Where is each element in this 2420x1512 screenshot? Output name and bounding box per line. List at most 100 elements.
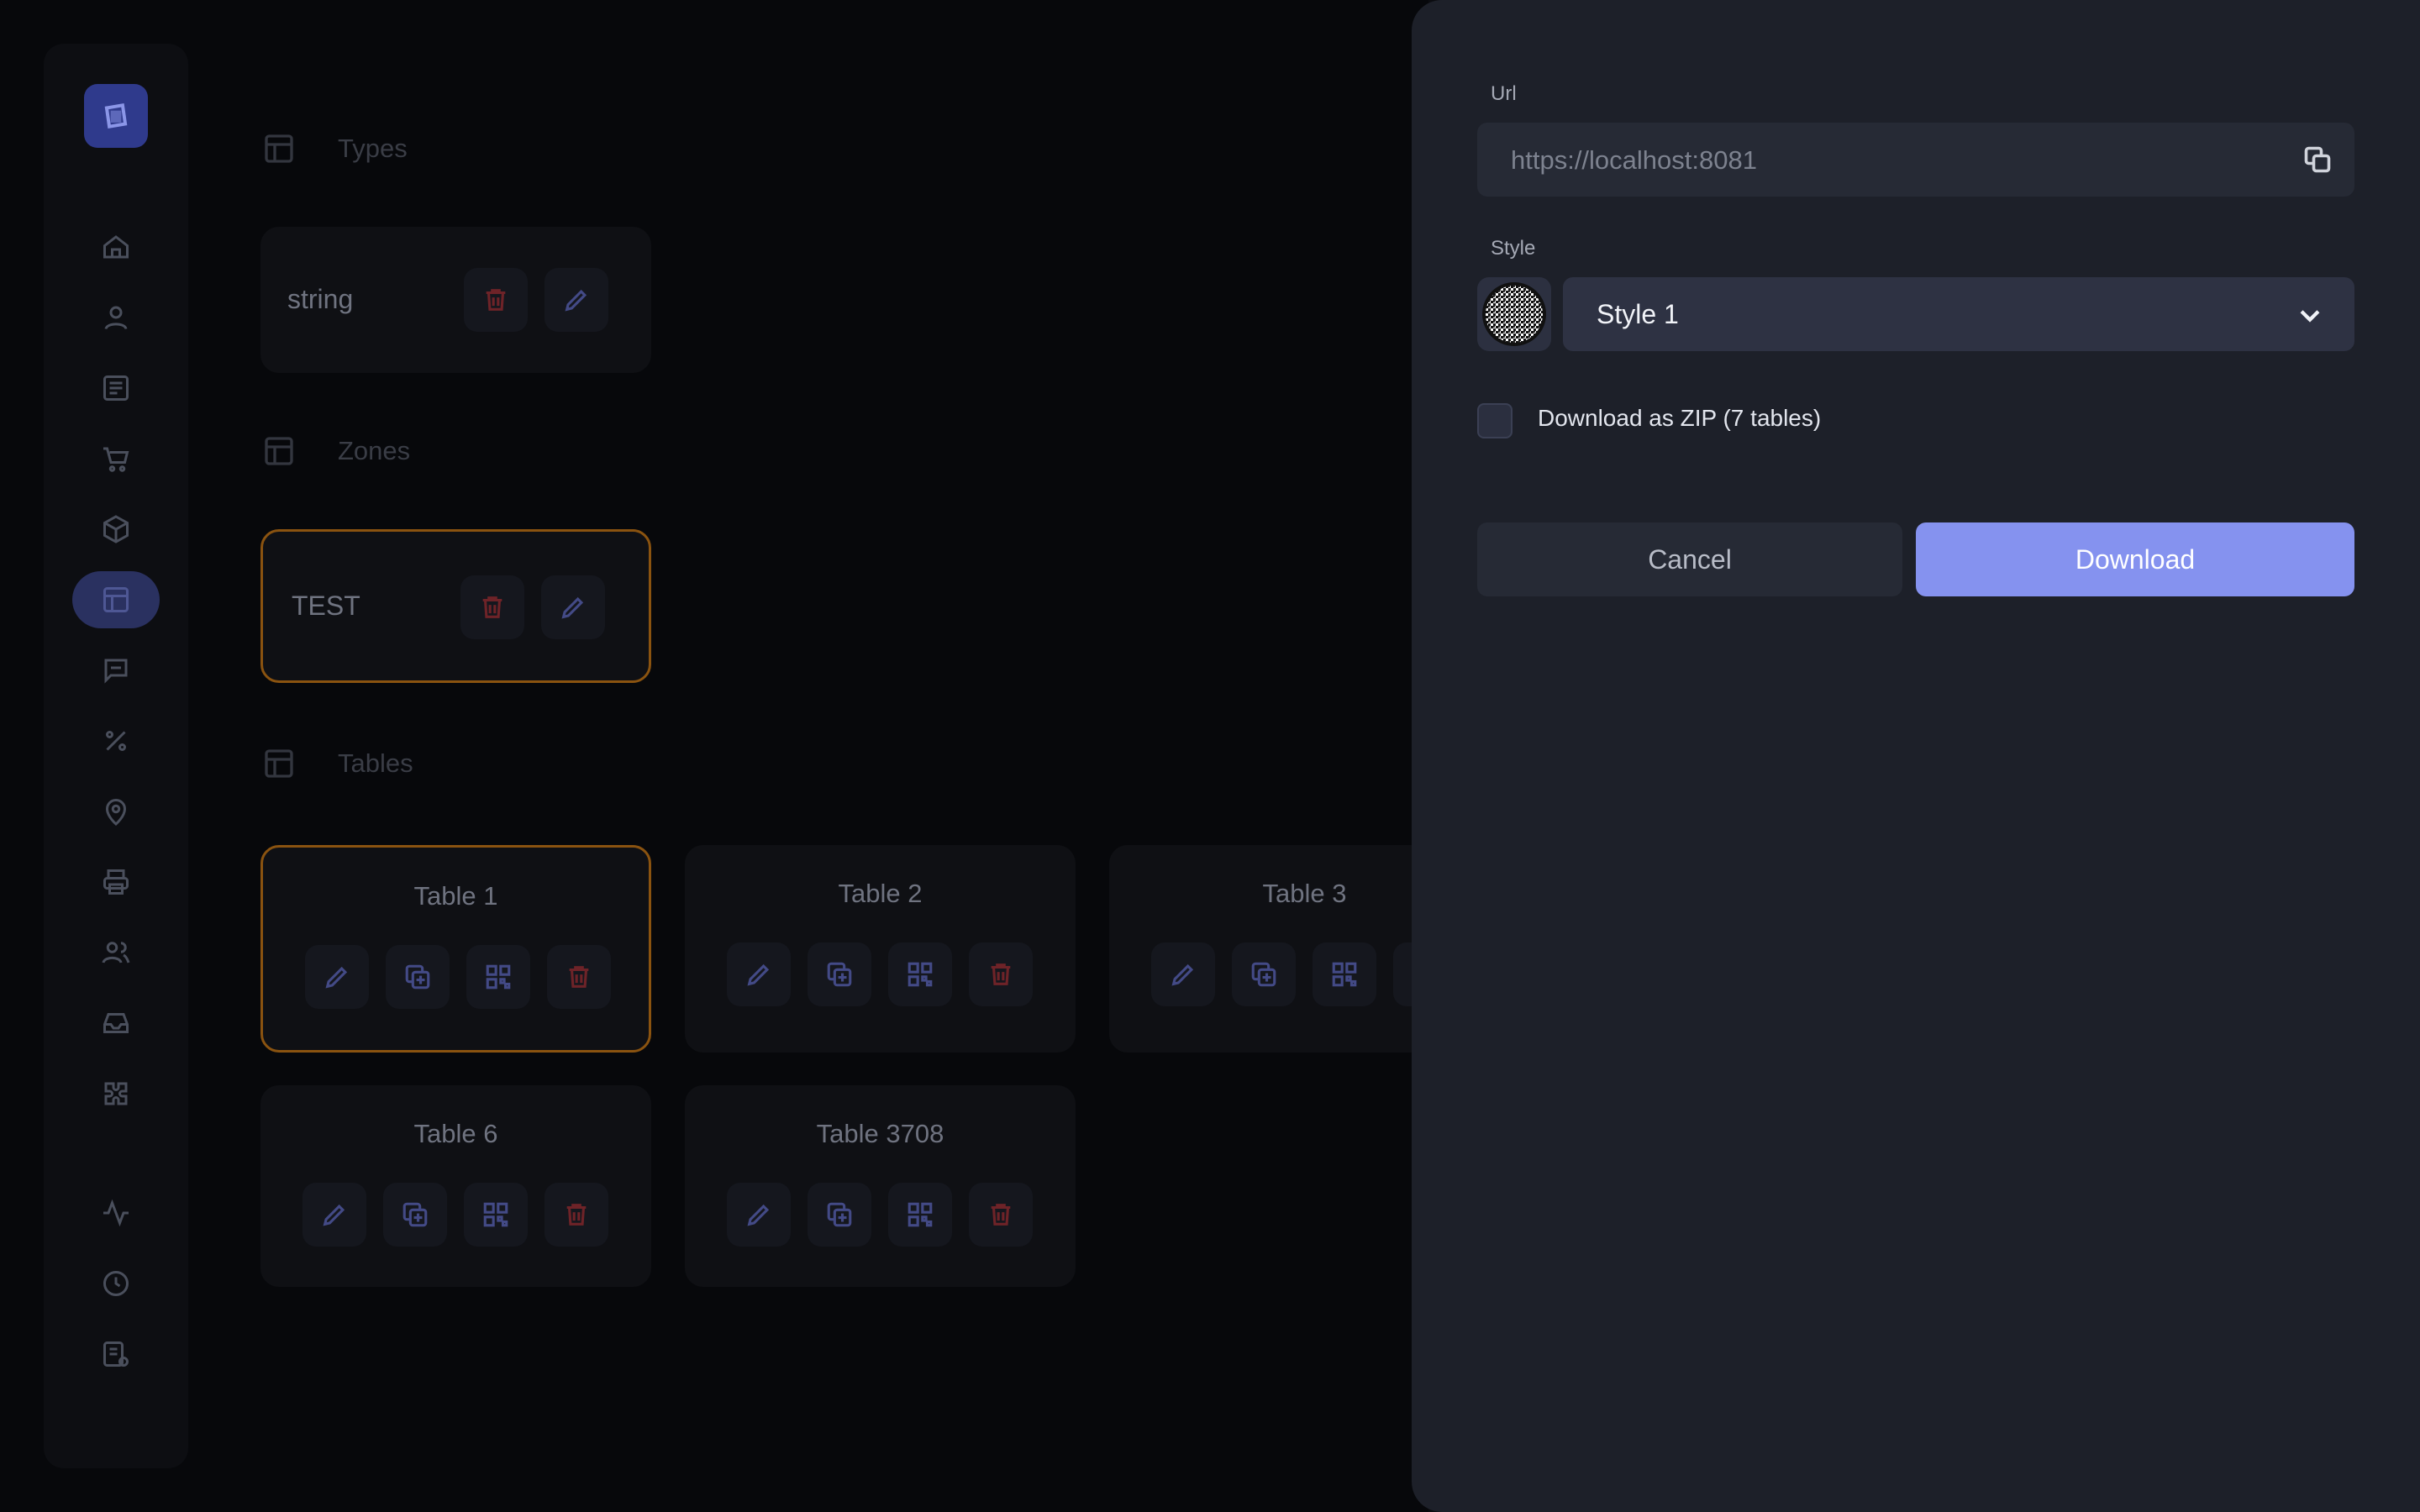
style-label: Style xyxy=(1491,237,1536,260)
zip-checkbox[interactable] xyxy=(1477,403,1512,438)
style-preview[interactable] xyxy=(1477,277,1551,351)
table-icon xyxy=(265,749,293,778)
copy-button[interactable] xyxy=(2302,144,2333,175)
pencil-icon xyxy=(561,596,584,619)
edit-button[interactable] xyxy=(302,1183,366,1247)
sidebar-item-users[interactable] xyxy=(72,924,160,981)
edit-button[interactable] xyxy=(727,1183,791,1247)
qr-code-icon xyxy=(483,1202,508,1227)
url-label: Url xyxy=(1491,82,1517,105)
delete-button[interactable] xyxy=(464,268,528,332)
trash-icon xyxy=(991,1204,1011,1226)
edit-button[interactable] xyxy=(727,942,791,1006)
duplicate-button[interactable] xyxy=(808,1183,871,1247)
sidebar-item-tables[interactable] xyxy=(72,571,160,628)
app-logo[interactable] xyxy=(84,84,148,148)
type-name: string xyxy=(287,284,354,314)
puzzle-icon xyxy=(104,1082,128,1105)
url-input[interactable] xyxy=(1509,123,2252,198)
pencil-icon xyxy=(323,1204,345,1226)
duplicate-icon xyxy=(405,964,430,990)
table-card-title: Table 6 xyxy=(413,1119,498,1148)
box-icon xyxy=(103,515,129,543)
sidebar-item-puzzle[interactable] xyxy=(72,1065,160,1122)
delete-button[interactable] xyxy=(460,575,524,639)
trash-icon xyxy=(569,966,589,988)
pencil-icon xyxy=(1171,963,1194,986)
cart-icon xyxy=(103,447,129,472)
table-icon xyxy=(265,437,293,465)
delete-button[interactable] xyxy=(547,945,611,1009)
duplicate-button[interactable] xyxy=(383,1183,447,1247)
background-app: Types string Zones TEST Tables Table 1 Ta… xyxy=(0,0,1500,1512)
delete-button[interactable] xyxy=(969,1183,1033,1247)
chat-icon xyxy=(104,659,128,684)
edit-button[interactable] xyxy=(544,268,608,332)
sidebar-item-report[interactable] xyxy=(72,1326,160,1383)
edit-button[interactable] xyxy=(541,575,605,639)
trash-icon xyxy=(486,289,506,311)
download-drawer: Url Style Style 1 Download as ZIP (7 tab… xyxy=(1412,0,2420,1512)
zip-checkbox-label[interactable]: Download as ZIP (7 tables) xyxy=(1538,405,1821,432)
zone-card[interactable]: TEST xyxy=(260,529,651,683)
sidebar-item-clock[interactable] xyxy=(72,1255,160,1312)
delete-button[interactable] xyxy=(969,942,1033,1006)
inbox-icon xyxy=(103,1013,129,1033)
sidebar-item-percent[interactable] xyxy=(72,712,160,769)
sidebar-item-chat[interactable] xyxy=(72,642,160,699)
sidebar-item-activity[interactable] xyxy=(72,1184,160,1242)
table-icon xyxy=(265,134,293,163)
sidebar-item-box[interactable] xyxy=(72,501,160,558)
qr-code-button[interactable] xyxy=(464,1183,528,1247)
section-title-tables: Tables xyxy=(338,748,413,778)
trash-icon xyxy=(482,596,502,618)
sidebar xyxy=(44,44,188,1468)
duplicate-button[interactable] xyxy=(1232,942,1296,1006)
table-card-title: Table 3708 xyxy=(816,1119,944,1148)
qr-code-icon xyxy=(1482,282,1546,346)
duplicate-icon xyxy=(827,1202,852,1227)
section-title-zones: Zones xyxy=(338,436,411,465)
section-types: Types xyxy=(262,132,408,165)
duplicate-button[interactable] xyxy=(808,942,871,1006)
sidebar-item-inbox[interactable] xyxy=(72,995,160,1052)
table-card-title: Table 2 xyxy=(838,879,923,908)
activity-icon xyxy=(103,1199,129,1227)
url-field xyxy=(1477,123,2354,198)
duplicate-icon xyxy=(402,1202,428,1227)
qr-code-button[interactable] xyxy=(888,1183,952,1247)
qr-code-button[interactable] xyxy=(466,945,530,1009)
type-card: string xyxy=(260,227,651,373)
download-button[interactable]: Download xyxy=(1916,522,2354,596)
edit-button[interactable] xyxy=(305,945,369,1009)
sidebar-item-menu-list[interactable] xyxy=(72,360,160,417)
qr-code-icon xyxy=(486,964,511,990)
table-card[interactable]: Table 2 xyxy=(685,845,1076,1053)
user-icon xyxy=(104,306,128,330)
qr-code-button[interactable] xyxy=(888,942,952,1006)
chevron-down-icon xyxy=(2300,310,2320,323)
table-card[interactable]: Table 1 xyxy=(260,845,651,1053)
sidebar-item-printer[interactable] xyxy=(72,853,160,911)
table-card[interactable]: Table 6 xyxy=(260,1085,651,1287)
cancel-button[interactable]: Cancel xyxy=(1477,522,1902,596)
table-card[interactable]: Table 3708 xyxy=(685,1085,1076,1287)
edit-button[interactable] xyxy=(1151,942,1215,1006)
style-select[interactable]: Style 1 xyxy=(1563,277,2354,351)
qr-code-icon xyxy=(908,1202,933,1227)
sidebar-item-location[interactable] xyxy=(72,783,160,840)
qr-code-button[interactable] xyxy=(1313,942,1376,1006)
pencil-icon xyxy=(747,963,770,986)
section-title-types: Types xyxy=(338,134,408,163)
delete-button[interactable] xyxy=(544,1183,608,1247)
sidebar-item-user[interactable] xyxy=(72,289,160,346)
trash-icon xyxy=(991,963,1011,985)
duplicate-icon xyxy=(827,962,852,987)
sidebar-item-cart[interactable] xyxy=(72,430,160,487)
pencil-icon xyxy=(747,1204,770,1226)
users-icon xyxy=(102,942,130,963)
sidebar-item-home[interactable] xyxy=(72,218,160,276)
qr-code-icon xyxy=(1332,962,1357,987)
menu-list-icon xyxy=(103,375,129,401)
duplicate-button[interactable] xyxy=(386,945,450,1009)
